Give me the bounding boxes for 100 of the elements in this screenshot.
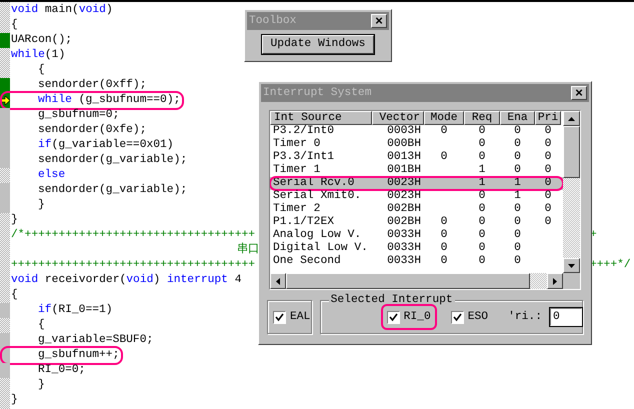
close-button[interactable]: × <box>371 14 387 28</box>
table-cell-text: Digital Low V. <box>272 242 369 254</box>
scroll-left-icon[interactable] <box>276 278 280 284</box>
checkbox[interactable] <box>386 310 400 324</box>
column-header[interactable]: Req <box>464 111 500 125</box>
table-row[interactable]: Serial Xmit0. 0023H 0 1 0 <box>270 190 563 203</box>
code-line: { <box>11 18 18 33</box>
code-line: sendorder(0xff); <box>38 78 146 93</box>
checkbox[interactable] <box>450 310 464 324</box>
table-row[interactable]: One Second 0033H 0 0 0 <box>270 255 563 268</box>
column-header[interactable]: Int Source <box>270 111 372 125</box>
table-cell-text: 0 <box>544 125 552 138</box>
table-cell-text: 0 <box>440 151 448 164</box>
code-line: g_variable=SBUF0; <box>38 333 154 348</box>
table-cell-text: 1 <box>513 177 522 190</box>
table-cell-text: 0 <box>513 138 522 151</box>
table-cell-text: 0 <box>544 190 552 203</box>
code-line: } <box>11 393 18 408</box>
code-line: RI_0=0; <box>38 363 86 378</box>
checkbox-label: RI_0 <box>404 310 431 325</box>
table-cell-text: 002BH <box>386 216 422 229</box>
table-row[interactable]: Timer 1 001BH 1 0 0 <box>270 164 563 177</box>
table-cell-text: 002BH <box>386 203 422 216</box>
checkbox-label: ESO <box>468 310 488 325</box>
table-cell-text: 1 <box>513 190 522 203</box>
table-row[interactable]: P3.3/Int1 0013H 0 0 0 0 <box>270 151 563 164</box>
table-cell-text: P3.3/Int1 <box>272 151 336 164</box>
table-cell-text: 0 <box>478 190 486 203</box>
table-cell-text: 0 <box>544 138 552 151</box>
close-button[interactable]: × <box>571 86 587 100</box>
field-label: 'ri.: <box>508 310 542 325</box>
code-line: void receivorder(void) interrupt 4 <box>11 273 242 288</box>
table-cell-text: 0033H <box>386 255 422 268</box>
horizontal-scrollbar[interactable] <box>270 273 580 289</box>
code-line: sendorder(g_variable); <box>38 153 188 168</box>
table-row[interactable]: P1.1/T2EX 002BH 0 0 0 0 <box>270 216 563 229</box>
table-cell-text: 0 <box>440 229 448 242</box>
table-cell-text: 0013H <box>386 151 422 164</box>
column-header[interactable]: Pri <box>535 111 561 125</box>
table-cell-text: 0023H <box>386 190 422 203</box>
code-line: sendorder(g_variable); <box>38 183 188 198</box>
table-cell-text: Timer 1 <box>272 164 322 177</box>
window-title: Interrupt System <box>263 86 372 101</box>
code-line: ++++++++++++++++++++++++++++++++++++ <box>11 258 256 273</box>
column-header[interactable]: Mode <box>424 111 464 125</box>
table-cell-text: 000BH <box>386 138 422 151</box>
comment-text: ++++*/ <box>590 258 631 274</box>
table-cell-text: 0 <box>513 203 522 216</box>
table-cell-text: 0033H <box>386 229 422 242</box>
column-header[interactable]: Ena <box>500 111 535 125</box>
table-cell-text: 0 <box>478 255 486 268</box>
scroll-right-icon[interactable] <box>553 278 557 284</box>
code-line: void main(void) <box>11 3 113 18</box>
table-cell-text: Serial Xmit0. <box>272 190 362 202</box>
code-line: { <box>38 318 45 333</box>
table-cell-text: 0 <box>440 125 448 138</box>
table-cell-text: 0 <box>478 216 486 229</box>
table-cell-text: 0003H <box>386 125 422 138</box>
table-cell-text: 0 <box>544 164 552 177</box>
table-cell-text: 0 <box>440 242 448 255</box>
scroll-down-icon[interactable] <box>568 264 575 268</box>
table-cell-text: 0 <box>440 255 448 268</box>
table-row[interactable]: Analog Low V. 0033H 0 0 0 <box>270 229 563 242</box>
code-line: } <box>38 198 45 213</box>
table-cell-text: 1 <box>478 177 486 190</box>
table-row[interactable]: Digital Low V. 0033H 0 0 0 <box>270 242 563 255</box>
code-line: UARcon(); <box>11 33 72 48</box>
code-line: while(1) <box>11 48 66 63</box>
code-line: } <box>11 213 18 228</box>
scrollbar-corner <box>563 273 580 289</box>
table-cell-text: 0 <box>513 229 522 242</box>
table-cell-text: 0 <box>544 216 552 229</box>
code-line: sendorder(0xfe); <box>38 123 146 138</box>
table-cell-text: 0 <box>440 216 448 229</box>
table-row[interactable]: P3.2/Int0 0003H 0 0 0 0 <box>270 125 563 138</box>
table-cell-text: Analog Low V. <box>272 229 362 242</box>
table-cell-text: Timer 2 <box>272 203 322 216</box>
vertical-scrollbar[interactable] <box>563 111 580 273</box>
table-cell-text: 0 <box>513 255 522 268</box>
code-line: } <box>38 378 45 393</box>
table-cell-text: Timer 0 <box>272 138 322 150</box>
table-cell-text: 0 <box>544 151 552 164</box>
table-row[interactable]: Timer 0 000BH 0 0 0 <box>270 138 563 151</box>
column-header[interactable]: Vector <box>372 111 424 125</box>
scroll-up-icon[interactable] <box>568 116 575 120</box>
checkbox-label: EAL <box>290 310 310 325</box>
table-cell-text: 0 <box>478 125 486 138</box>
table-cell-text: 0 <box>478 203 486 216</box>
table-cell-text: 0 <box>478 229 486 242</box>
update-windows-button[interactable]: Update Windows <box>262 35 374 54</box>
code-line: if(RI_0==1) <box>38 303 113 318</box>
table-cell-text: 0 <box>513 125 522 138</box>
code-line: { <box>38 63 45 78</box>
table-cell-text: 0 <box>478 151 486 164</box>
table-row[interactable]: Timer 2 002BH 0 0 0 <box>270 203 563 216</box>
checkbox[interactable] <box>273 310 286 324</box>
ri-input-field[interactable]: 0 <box>550 308 582 326</box>
table-cell-text: P3.2/Int0 <box>272 125 336 138</box>
code-line: 串口 <box>236 243 259 258</box>
code-line: else <box>38 168 66 183</box>
